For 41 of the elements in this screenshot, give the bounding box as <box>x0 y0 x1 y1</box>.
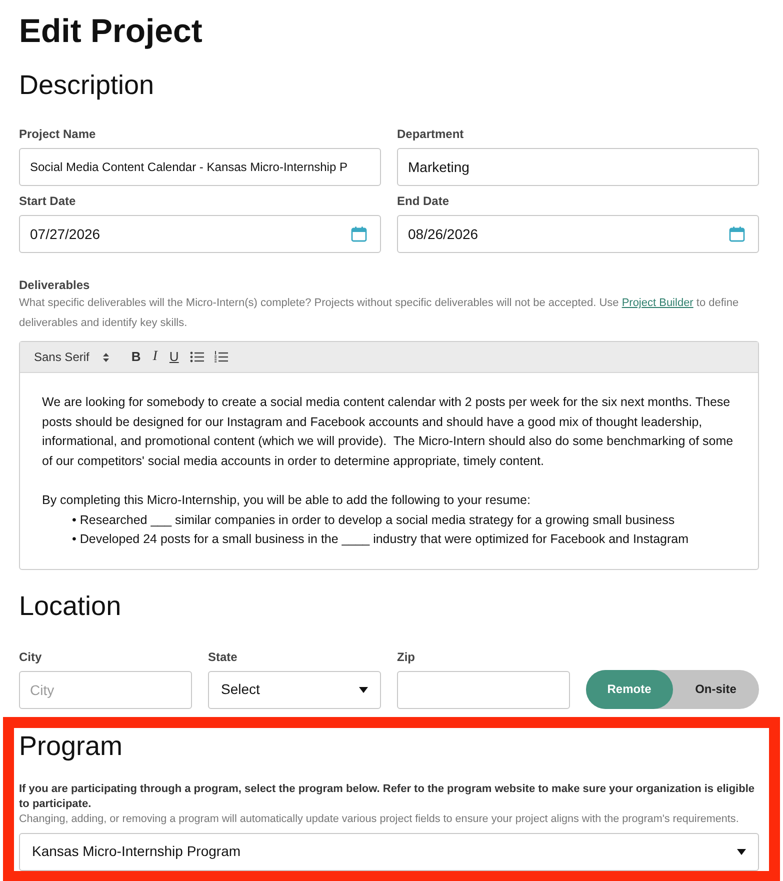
bold-button[interactable]: B <box>127 348 145 366</box>
text-link[interactable]: Project Builder <box>622 297 694 309</box>
dropdown-field[interactable]: Kansas Micro-Internship Program <box>19 832 759 871</box>
italic-button[interactable]: I <box>148 348 162 366</box>
text-field[interactable]: City <box>19 670 192 709</box>
numbered-list-icon <box>214 351 228 363</box>
editor-paragraph: By completing this Micro-Internship, you will be able to add the following to your resume: <box>42 492 532 509</box>
instruction-text: If you are participating through a program, select the program below. Refer to the program website to make sure your organization is eligible to participate. <box>19 782 756 812</box>
dropdown-field[interactable]: Select <box>208 670 381 709</box>
field-label: Department <box>397 127 465 142</box>
date-field[interactable]: 07/27/2026 <box>19 215 381 253</box>
bullet-item: • Developed 24 posts for a small business in the ____ industry that were optimized for Facebook and Instagram <box>72 531 690 548</box>
caret-icon <box>359 686 368 693</box>
section-heading: Location <box>19 590 122 622</box>
underline-button[interactable]: U <box>165 348 183 366</box>
calendar-icon <box>351 226 367 242</box>
calendar-icon <box>729 226 745 242</box>
font-picker[interactable]: Sans Serif <box>32 348 112 366</box>
field-label: Project Name <box>19 127 97 142</box>
text-field[interactable]: Social Media Content Calendar - Kansas Micro-Internship P <box>19 148 381 186</box>
editor-paragraph: We are looking for somebody to create a social media content calendar with 2 posts per week for the six next months. These posts should be designed for our Instagram and Facebook accounts and should have a good mix of thought leadership, informational, and promotional content (which we will provide). The Micro-Intern should also do some benchmarking of some of our competitors' social media accounts in order to determine appropriate, timely content. <box>42 394 734 470</box>
field-label: Deliverables <box>19 278 91 293</box>
date-field[interactable]: 08/26/2026 <box>397 215 759 253</box>
page-title: Edit Project <box>19 12 202 50</box>
text-field[interactable]: Marketing <box>397 148 759 186</box>
field-label: Start Date <box>19 194 77 209</box>
field-label: State <box>208 650 238 665</box>
help-text: What specific deliverables will the Micro-Intern(s) complete? Projects without specific deliverables will not be accepted. Use Project Builder to define deliverables and identify key skills. <box>19 296 740 331</box>
bullet-item: • Researched ___ similar companies in order to develop a social media strategy for a growing small business <box>72 512 676 529</box>
caret-icon <box>737 848 746 855</box>
section-heading: Description <box>19 70 156 101</box>
field-label: City <box>19 650 43 665</box>
sort-arrows-icon <box>103 352 110 362</box>
text-field[interactable] <box>397 670 570 709</box>
field-label: End Date <box>397 194 450 209</box>
toggle-option[interactable]: Remote <box>586 670 672 709</box>
help-text: Changing, adding, or removing a program will automatically update various project fields to ensure your project aligns with the program's requirements. <box>19 812 740 827</box>
toggle-option[interactable]: On-site <box>672 670 759 709</box>
bullet-list-icon <box>190 351 204 363</box>
field-label: Zip <box>397 650 416 665</box>
section-heading: Program <box>19 730 124 762</box>
